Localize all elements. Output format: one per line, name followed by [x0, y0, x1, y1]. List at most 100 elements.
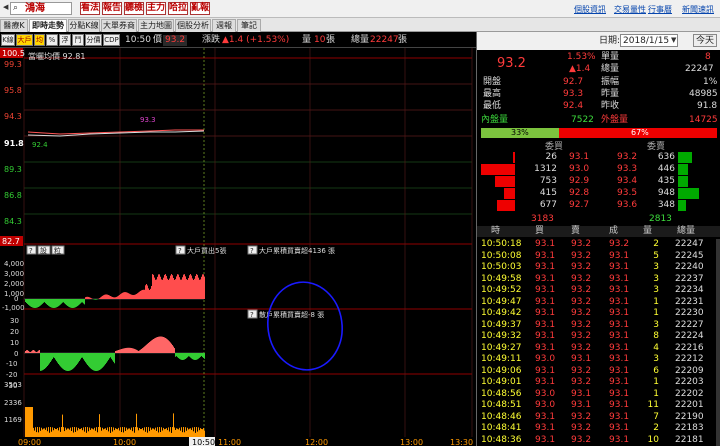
tick-row[interactable]: 10:50:03 93.1 93.2 93.1 3 22240 [477, 262, 717, 273]
cdp-toggle[interactable]: CDP [103, 34, 120, 46]
y-tick-label: 89.3 [4, 165, 22, 174]
main-force-button[interactable]: 主力 [146, 2, 166, 15]
retail-bar [108, 353, 109, 360]
tick-ask: 93.2 [571, 377, 592, 387]
tab-main-force-map[interactable]: 主力地圖 [138, 19, 174, 32]
retail-bar [97, 353, 98, 371]
tick-row[interactable]: 10:49:52 93.1 93.2 93.1 3 22234 [477, 285, 717, 296]
tab-minute-k[interactable]: 分點K線 [68, 19, 100, 32]
tick-price: 93.1 [609, 250, 630, 261]
volume-bar [78, 427, 79, 437]
tick-volume: 3 [653, 262, 659, 272]
tick-row[interactable]: 10:50:18 93.1 93.2 93.2 2 22247 [477, 239, 717, 250]
big-player-bar [129, 293, 130, 299]
cursor-time: 10:50 [125, 35, 151, 45]
tick-volume: 8 [653, 331, 659, 341]
big-player-bar [116, 296, 117, 299]
help-icon: ? [250, 247, 254, 255]
big-player-bar [148, 288, 149, 299]
trade-volume-link[interactable]: 交易量性 [614, 4, 646, 15]
big-player-toggle[interactable]: 大戶 [16, 34, 33, 46]
rumor-button[interactable]: 亂報 [190, 2, 210, 15]
tick-bid: 93.1 [535, 434, 556, 445]
float-toggle[interactable]: 浮 [59, 34, 71, 46]
tick-ask: 93.1 [571, 400, 592, 410]
x-tick-label: 11:00 [218, 438, 241, 446]
tick-scrollbar[interactable] [716, 239, 720, 446]
tab-stock-analysis[interactable]: 個股分析 [175, 19, 211, 32]
volume-bar [189, 428, 190, 437]
view-button[interactable]: 看法 [80, 2, 100, 15]
tick-volume: 3 [653, 319, 659, 330]
tick-row[interactable]: 10:49:01 93.1 93.2 93.1 1 22203 [477, 377, 717, 388]
big-player-bar [102, 295, 103, 299]
retail-bar [204, 353, 205, 359]
chat-button[interactable]: 哈拉 [168, 2, 188, 15]
retail-bar [88, 353, 89, 367]
percent-toggle[interactable]: % [46, 34, 58, 46]
volume-bar [83, 427, 84, 437]
y-tick-label: 95.8 [4, 86, 22, 95]
calendar-link[interactable]: 行事曆 [648, 4, 672, 15]
tick-row[interactable]: 10:48:46 93.1 93.2 93.1 7 22190 [477, 412, 717, 423]
tab-notes[interactable]: 筆記 [237, 19, 261, 32]
big-player-bar [83, 299, 84, 304]
retail-bar [110, 353, 111, 358]
date-input[interactable]: 2018/1/15 [620, 34, 678, 47]
big-player-bar [79, 299, 80, 305]
volume-bar [186, 430, 187, 437]
retail-bar [41, 353, 42, 371]
tick-row[interactable]: 10:49:27 93.1 93.2 93.1 4 22216 [477, 343, 717, 354]
today-button[interactable]: 今天 [693, 34, 717, 47]
caret-left-icon[interactable]: ◀ [3, 3, 8, 11]
tick-row[interactable]: 10:49:37 93.1 93.2 93.1 3 22227 [477, 320, 717, 331]
tick-row[interactable]: 10:50:08 93.1 93.2 93.1 5 22245 [477, 251, 717, 262]
tick-row[interactable]: 10:49:06 93.1 93.2 93.1 6 22209 [477, 366, 717, 377]
news-link[interactable]: 新聞速訊 [682, 4, 714, 15]
tick-volume: 1 [653, 388, 659, 399]
stock-search-box[interactable]: ⌕ 鴻海 [10, 2, 72, 15]
retail-bar [180, 353, 181, 360]
tick-row[interactable]: 10:49:32 93.1 93.2 93.1 8 22224 [477, 331, 717, 342]
price-dist-toggle[interactable]: 分價 [85, 34, 102, 46]
retail-bar [119, 349, 120, 353]
stock-info-link[interactable]: 個股資訊 [574, 4, 606, 15]
tab-realtime[interactable]: 即時走勢 [29, 19, 67, 32]
retail-bar [99, 353, 100, 371]
big-player-bar [100, 297, 101, 299]
avg-toggle[interactable]: 均 [34, 34, 45, 46]
ask-volume-bar [678, 164, 688, 175]
tab-weekly[interactable]: 週報 [212, 19, 236, 32]
search-icon[interactable]: ⌕ [13, 3, 18, 13]
fight-toggle[interactable]: 鬥 [72, 34, 84, 46]
retail-bar [134, 348, 135, 353]
tick-row[interactable]: 10:49:11 93.0 93.1 93.1 3 22212 [477, 354, 717, 365]
tick-total: 22216 [675, 342, 704, 353]
report-button[interactable]: 報告 [102, 2, 122, 15]
retail-bar [112, 353, 113, 361]
tick-row[interactable]: 10:49:42 93.1 93.2 93.1 1 22230 [477, 308, 717, 319]
k-line-toggle[interactable]: K線 [1, 34, 15, 46]
volume-bar [26, 407, 27, 437]
tick-row[interactable]: 10:49:58 93.1 93.2 93.1 3 22237 [477, 274, 717, 285]
intraday-chart[interactable]: 100.5 82.7 99.3 95.8 94.3 91.8 89.3 86.8… [0, 48, 476, 446]
tick-row[interactable]: 10:48:41 93.1 93.2 93.1 2 22183 [477, 423, 717, 434]
calendar-dropdown-icon[interactable]: ▼ [671, 35, 676, 46]
volume-bar [164, 429, 165, 437]
low-label: 最低 [483, 101, 502, 111]
big-player-bar [103, 295, 104, 299]
tick-total: 22201 [675, 400, 704, 410]
retail-bar [193, 353, 194, 360]
volume-bar [171, 432, 172, 437]
tab-k-line[interactable]: 醫療K線 [0, 19, 28, 42]
ask-qty: 435 [657, 176, 675, 186]
tick-row[interactable]: 10:48:51 93.0 93.1 93.1 11 22201 [477, 400, 717, 411]
big-player-bar [45, 299, 46, 304]
tick-bid: 93.1 [535, 342, 556, 353]
tab-big-brokers[interactable]: 大單券商 [101, 19, 137, 32]
tick-row[interactable]: 10:49:47 93.1 93.2 93.1 1 22231 [477, 297, 717, 308]
tick-row[interactable]: 10:48:56 93.0 93.1 93.1 1 22202 [477, 389, 717, 400]
big-player-bar [194, 278, 195, 299]
tick-row[interactable]: 10:48:36 93.1 93.2 93.1 10 22181 [477, 435, 717, 446]
check-button[interactable]: 聽檢 [124, 2, 144, 15]
